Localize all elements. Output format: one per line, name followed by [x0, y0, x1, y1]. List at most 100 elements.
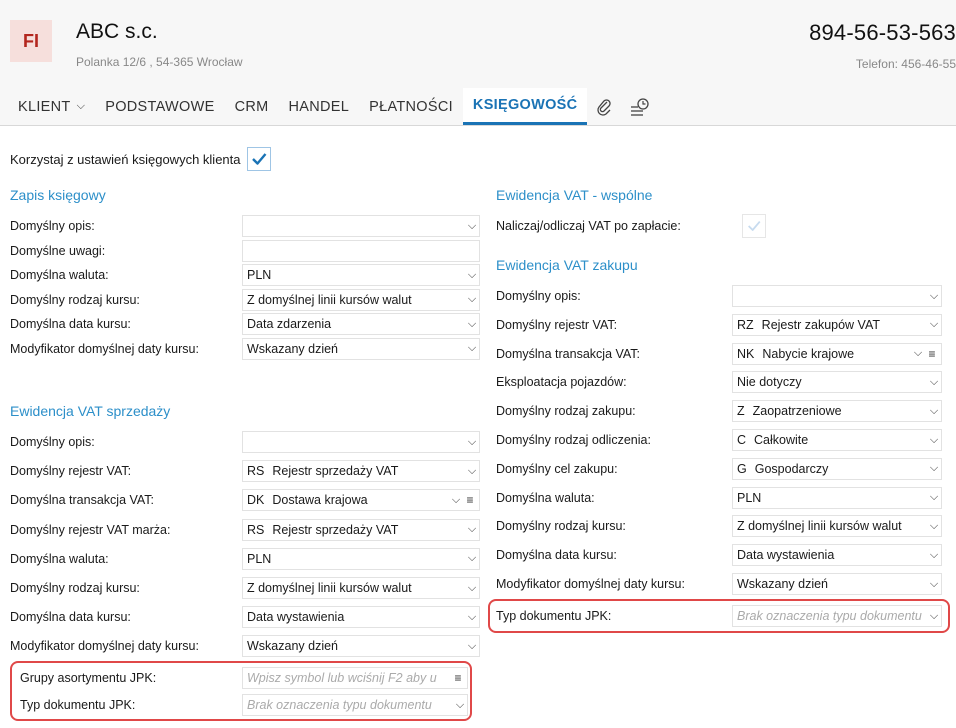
form-row: Domyślny cel zakupu: G Gospodarczy ⌵: [496, 456, 956, 482]
field-select[interactable]: ⌵: [242, 215, 480, 237]
field-select[interactable]: C Całkowite ⌵: [732, 429, 942, 451]
chevron-down-icon[interactable]: ⌵: [927, 376, 941, 389]
section-title-zapis: Zapis księgowy: [10, 187, 106, 203]
form-row: Domyślna waluta: PLN ⌵: [496, 485, 956, 511]
form-row: Domyślna waluta: PLN ⌵: [10, 262, 480, 288]
tab-label: PŁATNOŚCI: [369, 98, 453, 115]
field-select[interactable]: PLN ⌵: [242, 264, 480, 286]
chevron-down-icon[interactable]: ⌵: [927, 520, 941, 533]
field-code: RZ: [737, 317, 754, 332]
chevron-down-icon[interactable]: ⌵: [927, 462, 941, 475]
field-select[interactable]: Wskazany dzień ⌵: [242, 635, 480, 658]
field-code: G: [737, 461, 747, 476]
chevron-down-icon[interactable]: ⌵: [927, 318, 941, 331]
field-select[interactable]: ⌵: [732, 285, 942, 307]
chevron-down-icon[interactable]: ⌵: [465, 318, 479, 331]
tab-podstawowe[interactable]: PODSTAWOWE: [95, 88, 224, 125]
use-client-settings-checkbox[interactable]: [246, 147, 271, 171]
chevron-down-icon[interactable]: ⌵: [465, 552, 479, 565]
field-value: G Gospodarczy: [737, 462, 927, 476]
field-text: Nabycie krajowe: [762, 346, 855, 361]
field-select[interactable]: Z domyślnej linii kursów walut ⌵: [732, 515, 942, 538]
chevron-down-icon[interactable]: ⌵: [453, 699, 467, 712]
field-value: RS Rejestr sprzedaży VAT: [247, 523, 465, 537]
field-placeholder: Brak oznaczenia typu dokumentu: [737, 609, 922, 623]
field-select[interactable]: Data zdarzenia ⌵: [242, 313, 480, 335]
list-menu-icon[interactable]: ≡: [451, 671, 465, 685]
field-value: Z domyślnej linii kursów walut: [737, 519, 902, 534]
chevron-down-icon[interactable]: ⌵: [927, 578, 941, 591]
section-title-vat-wspolne: Ewidencja VAT - wspólne: [496, 187, 653, 203]
chevron-down-icon[interactable]: ⌵: [465, 269, 479, 282]
chevron-down-icon[interactable]: ⌵: [927, 610, 941, 623]
list-menu-icon[interactable]: ≡: [463, 493, 477, 507]
chevron-down-icon[interactable]: ⌵: [465, 220, 479, 233]
use-client-settings-label: Korzystaj z ustawień księgowych klienta: [10, 151, 241, 167]
jpk-groups-input[interactable]: Wpisz symbol lub wciśnij F2 aby u ≡: [242, 667, 468, 689]
field-select[interactable]: Nie dotyczy ⌵: [732, 371, 942, 394]
chevron-down-icon[interactable]: ⌵: [927, 434, 941, 447]
field-select[interactable]: Wskazany dzień ⌵: [732, 573, 942, 595]
chevron-down-icon[interactable]: ⌵: [449, 494, 463, 507]
chevron-down-icon[interactable]: ⌵: [911, 347, 925, 360]
field-select[interactable]: Data wystawienia ⌵: [732, 544, 942, 567]
field-value: PLN: [737, 490, 762, 505]
chevron-down-icon[interactable]: ⌵: [927, 491, 941, 504]
chevron-down-icon[interactable]: ⌵: [465, 523, 479, 536]
field-label: Domyślny opis:: [10, 219, 95, 233]
field-select[interactable]: Z domyślnej linii kursów walut ⌵: [242, 288, 480, 311]
field-select[interactable]: Data wystawienia ⌵: [242, 606, 480, 629]
field-select[interactable]: RZ Rejestr zakupów VAT ⌵: [732, 313, 942, 336]
form-row: Domyślna transakcja VAT: NK Nabycie krajow…: [496, 341, 956, 367]
field-value: Z domyślnej linii kursów walut: [247, 581, 412, 595]
tab-ksiegowosc[interactable]: KSIĘGOWOŚĆ: [462, 88, 588, 125]
field-text: Rejestr sprzedaży VAT: [272, 522, 399, 537]
field-select[interactable]: [242, 239, 480, 262]
form-row: Domyślna data kursu: Data wystawienia ⌵: [496, 542, 956, 568]
chevron-down-icon[interactable]: ⌵: [927, 290, 941, 303]
jpk-document-type-select[interactable]: Brak oznaczenia typu dokumentu ⌵: [242, 694, 468, 716]
field-select[interactable]: RS Rejestr sprzedaży VAT ⌵: [242, 518, 480, 541]
tab-label: PODSTAWOWE: [105, 98, 215, 115]
list-menu-icon[interactable]: ≡: [925, 347, 939, 361]
form-row: Modyfikator domyślnej daty kursu: Wskazan…: [10, 633, 480, 659]
section-title-vat-sprzedazy: Ewidencja VAT sprzedaży: [10, 403, 171, 419]
field-select[interactable]: G Gospodarczy ⌵: [732, 457, 942, 480]
chevron-down-icon[interactable]: ⌵: [927, 549, 941, 562]
field-select[interactable]: PLN ⌵: [732, 486, 942, 509]
field-select[interactable]: ⌵: [242, 431, 480, 453]
tab-klient[interactable]: KLIENT ⌵: [8, 88, 95, 125]
field-select[interactable]: DK Dostawa krajowa ⌵ ≡: [242, 489, 480, 512]
history-list-icon[interactable]: [621, 88, 659, 125]
jpk-document-type-select[interactable]: Brak oznaczenia typu dokumentu ⌵: [732, 605, 942, 627]
tab-label: KLIENT: [18, 98, 71, 115]
chevron-down-icon[interactable]: ⌵: [465, 465, 479, 478]
field-code: C: [737, 433, 747, 447]
field-code: DK: [247, 493, 265, 508]
field-select[interactable]: Wskazany dzień ⌵: [242, 337, 480, 360]
client-header: FI ABC s.c. Polanka 12/6 , 54-365 Wrocła…: [0, 0, 956, 88]
field-code: RS: [247, 464, 265, 479]
vat-on-payment-checkbox[interactable]: [742, 214, 766, 238]
chevron-down-icon[interactable]: ⌵: [465, 342, 479, 355]
attachment-icon[interactable]: [587, 88, 621, 125]
field-select[interactable]: NK Nabycie krajowe ⌵ ≡: [732, 342, 942, 365]
form-row: Domyślny opis: ⌵: [10, 213, 480, 239]
chevron-down-icon[interactable]: ⌵: [465, 582, 479, 595]
tab-bar: KLIENT ⌵ PODSTAWOWE CRM HANDEL PŁATNOŚCI…: [0, 88, 956, 126]
tab-handel[interactable]: HANDEL: [278, 88, 359, 125]
chevron-down-icon[interactable]: ⌵: [465, 436, 479, 449]
field-code: Z: [737, 404, 745, 419]
chevron-down-icon[interactable]: ⌵: [927, 405, 941, 418]
field-select[interactable]: Z domyślnej linii kursów walut ⌵: [242, 577, 480, 599]
form-row: Modyfikator domyślnej daty kursu: Wskazan…: [496, 571, 956, 597]
tab-crm[interactable]: CRM: [225, 88, 279, 125]
field-select[interactable]: Z Zaopatrzeniowe ⌵: [732, 400, 942, 423]
chevron-down-icon[interactable]: ⌵: [465, 293, 479, 306]
field-select[interactable]: PLN ⌵: [242, 547, 480, 570]
chevron-down-icon[interactable]: ⌵: [465, 611, 479, 624]
form-row: Domyślny rodzaj kursu: Z domyślnej linii …: [10, 287, 480, 313]
chevron-down-icon[interactable]: ⌵: [465, 640, 479, 653]
tab-platnosci[interactable]: PŁATNOŚCI: [359, 88, 463, 125]
field-select[interactable]: RS Rejestr sprzedaży VAT ⌵: [242, 460, 480, 483]
